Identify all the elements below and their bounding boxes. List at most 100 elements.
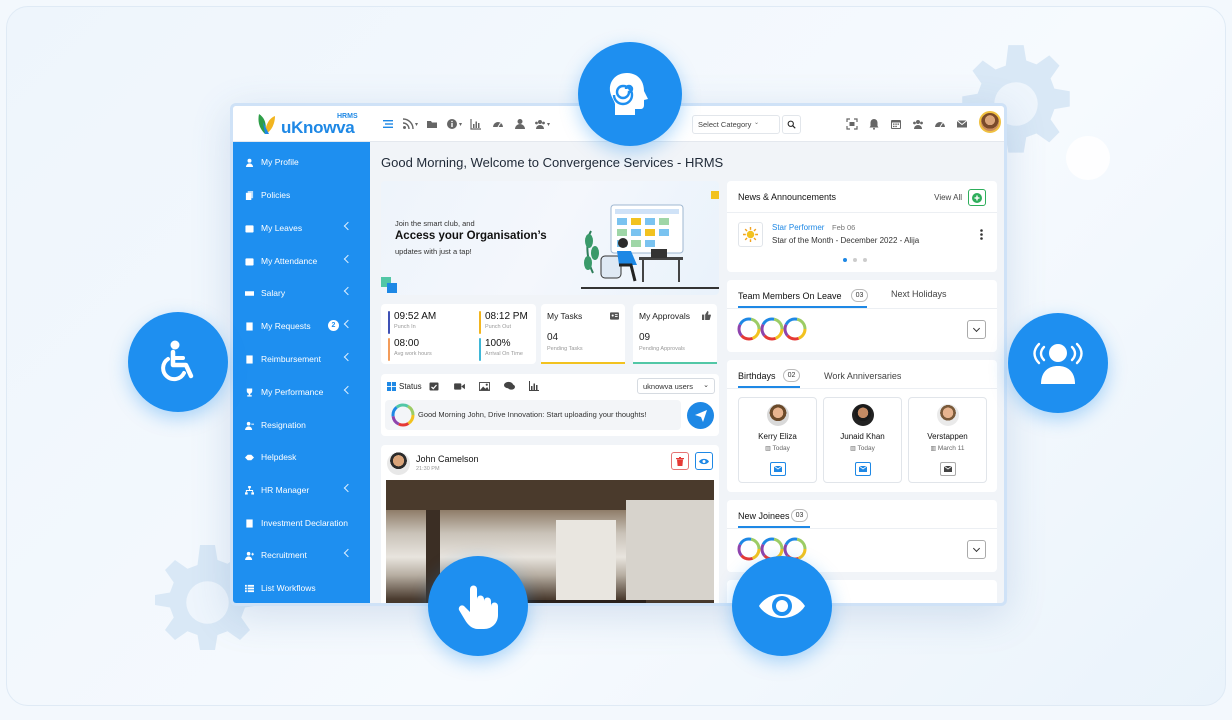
carousel-dot-active[interactable]	[843, 258, 847, 262]
sidebar-item-label: Investment Declaration	[261, 518, 348, 528]
tab-birthdays[interactable]: Birthdays	[738, 371, 776, 381]
sidebar-item-salary[interactable]: Salary	[233, 283, 370, 303]
expand-button[interactable]	[967, 540, 986, 559]
send-wish-button[interactable]	[855, 462, 871, 476]
visual-accessibility-button[interactable]	[732, 556, 832, 656]
tab-team-on-leave[interactable]: Team Members On Leave	[738, 291, 842, 301]
search-button[interactable]	[782, 115, 801, 134]
sidebar-item-label: My Requests	[261, 321, 311, 331]
bar-chart-icon[interactable]	[522, 381, 547, 391]
birthday-person-card[interactable]: Kerry Eliza ▥ Today	[738, 397, 817, 483]
logo[interactable]: HRMS uKnowva	[255, 110, 358, 138]
expand-button[interactable]	[967, 320, 986, 339]
team-leave-card: Team Members On Leave 03 Next Holidays	[727, 280, 997, 352]
sidebar-item-reimbursement[interactable]: Reimbursement	[233, 349, 370, 369]
sidebar-item-investment-declaration[interactable]: Investment Declaration	[233, 513, 370, 533]
news-title: News & Announcements	[738, 192, 837, 202]
birthday-date: ▥ Today	[824, 445, 901, 452]
menu-toggle-icon[interactable]	[377, 116, 399, 132]
sidebar-item-my-attendance[interactable]: My Attendance	[233, 251, 370, 271]
info-icon[interactable]: ▾	[443, 116, 465, 132]
banner-line2: updates with just a tap!	[395, 247, 472, 256]
more-vertical-icon[interactable]	[980, 227, 983, 240]
sidebar-item-hr-manager[interactable]: HR Manager	[233, 480, 370, 500]
plus-circle-icon	[972, 192, 982, 203]
rss-icon[interactable]: ▾	[399, 116, 421, 132]
video-icon[interactable]	[447, 382, 472, 391]
tab-work-anniversaries[interactable]: Work Anniversaries	[824, 371, 901, 381]
avg-hours-label: Avg work hours	[394, 351, 432, 357]
delete-button[interactable]	[671, 452, 689, 470]
users-icon[interactable]: ▾	[531, 116, 553, 132]
news-item-title[interactable]: Star Performer	[772, 223, 824, 232]
sidebar-item-resignation[interactable]: Resignation	[233, 415, 370, 435]
birthday-date-text: March 11	[937, 445, 965, 452]
news-announcements-card: News & Announcements View All Star Perfo…	[727, 181, 997, 272]
carousel-dot[interactable]	[863, 258, 867, 262]
birthday-person-card[interactable]: Verstappen ▥ March 11	[908, 397, 987, 483]
view-button[interactable]	[695, 452, 713, 470]
image-icon[interactable]	[472, 381, 497, 391]
sidebar-item-my-requests[interactable]: My Requests 2	[233, 316, 370, 336]
chevron-left-icon	[343, 352, 353, 362]
joinees-count-badge: 03	[791, 509, 808, 522]
post-author-name[interactable]: John Camelson	[416, 454, 479, 464]
chevron-left-icon	[343, 319, 353, 329]
sidebar-item-helpdesk[interactable]: Helpdesk	[233, 447, 370, 467]
user-avatar[interactable]	[979, 111, 1001, 133]
calendar-check-icon[interactable]	[422, 381, 447, 391]
wheelchair-accessibility-button[interactable]	[128, 312, 228, 412]
dashboard-icon[interactable]	[487, 116, 509, 132]
add-news-button[interactable]	[968, 189, 986, 206]
hearing-accessibility-button[interactable]	[1008, 313, 1108, 413]
status-input[interactable]: Good Morning John, Drive Innovation: Sta…	[385, 400, 681, 430]
chevron-down-icon: ⌄	[703, 382, 709, 389]
eye-icon	[699, 458, 709, 464]
user-icon	[244, 157, 254, 167]
send-wish-button[interactable]	[770, 462, 786, 476]
send-button[interactable]	[687, 402, 714, 429]
status-tab-label[interactable]: Status	[399, 382, 422, 391]
tab-next-holidays[interactable]: Next Holidays	[891, 289, 947, 299]
document-icon	[244, 321, 254, 331]
tasks-underline	[541, 362, 625, 364]
carousel-dot[interactable]	[853, 258, 857, 262]
motor-accessibility-button[interactable]	[428, 556, 528, 656]
calendar-icon[interactable]	[885, 116, 907, 132]
audience-select[interactable]: uknowva users ⌄	[637, 378, 715, 394]
eye-icon	[759, 594, 805, 618]
sidebar-item-label: My Profile	[261, 157, 299, 167]
sidebar-item-my-profile[interactable]: My Profile	[233, 152, 370, 172]
person-name: Junaid Khan	[840, 432, 885, 441]
chart-icon[interactable]	[465, 116, 487, 132]
team-icon[interactable]	[907, 116, 929, 132]
user-icon[interactable]	[509, 116, 531, 132]
my-approvals-card[interactable]: My Approvals 09 Pending Approvals	[633, 304, 717, 364]
chat-icon[interactable]	[497, 381, 522, 391]
promo-banner[interactable]: Join the smart club, and Access your Org…	[381, 181, 719, 295]
post-author-avatar[interactable]	[387, 452, 410, 475]
sidebar-item-recruitment[interactable]: Recruitment	[233, 545, 370, 565]
glass-wall	[626, 500, 714, 600]
person-name: Verstappen	[927, 432, 968, 441]
my-tasks-card[interactable]: My Tasks 04 Pending Tasks	[541, 304, 625, 364]
sidebar-item-policies[interactable]: Policies	[233, 185, 370, 205]
category-select[interactable]: Select Category ⌄	[692, 115, 780, 134]
sidebar-item-my-performance[interactable]: My Performance	[233, 382, 370, 402]
scan-icon[interactable]	[841, 116, 863, 132]
speedometer-icon[interactable]	[929, 116, 951, 132]
mail-icon[interactable]	[951, 116, 973, 132]
view-all-link[interactable]: View All	[934, 193, 962, 202]
cognitive-accessibility-button[interactable]	[578, 42, 682, 146]
sidebar-item-list-workflows[interactable]: List Workflows	[233, 578, 370, 598]
sidebar-item-label: Helpdesk	[261, 452, 297, 462]
birthday-person-card[interactable]: Junaid Khan ▥ Today	[823, 397, 902, 483]
send-wish-button[interactable]	[940, 462, 956, 476]
leave-avatars[interactable]	[736, 316, 811, 342]
bell-icon[interactable]	[863, 116, 885, 132]
new-joinees-title[interactable]: New Joinees	[738, 511, 790, 521]
sidebar-item-my-leaves[interactable]: My Leaves	[233, 218, 370, 238]
folder-icon[interactable]	[421, 116, 443, 132]
divider	[727, 308, 997, 309]
avg-hours-value: 08:00	[394, 338, 420, 349]
